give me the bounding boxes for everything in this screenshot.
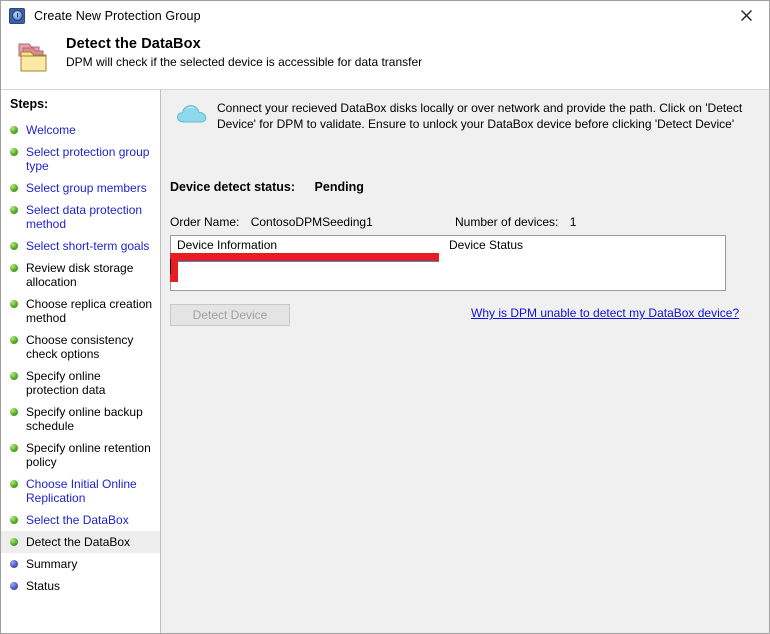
sidebar-step-choose-initial-online-replication[interactable]: Choose Initial Online Replication (1, 473, 160, 509)
sidebar-step-specify-online-retention-policy[interactable]: Specify online retention policy (1, 437, 160, 473)
steps-sidebar: Steps: Welcome Select protection group ty… (1, 90, 161, 634)
window-body: Steps: Welcome Select protection group ty… (1, 90, 769, 634)
column-header-device-information: Device Information (177, 238, 277, 252)
sidebar-step-label: Specify online retention policy (26, 441, 154, 469)
step-bullet-icon (10, 300, 18, 308)
order-info-row: Order Name: ContosoDPMSeeding1 Number of… (170, 215, 750, 229)
sidebar-step-label: Select protection group type (26, 145, 154, 173)
sidebar-step-review-disk-storage-allocation[interactable]: Review disk storage allocation (1, 257, 160, 293)
steps-list: Welcome Select protection group type Selec… (1, 119, 160, 597)
sidebar-step-status[interactable]: Status (1, 575, 160, 597)
sidebar-step-welcome[interactable]: Welcome (1, 119, 160, 141)
order-name-label: Order Name: (170, 215, 239, 229)
step-bullet-icon (10, 582, 18, 590)
sidebar-step-label: Choose consistency check options (26, 333, 154, 361)
sidebar-step-select-short-term-goals[interactable]: Select short-term goals (1, 235, 160, 257)
step-bullet-icon (10, 242, 18, 250)
sidebar-step-select-the-databox[interactable]: Select the DataBox (1, 509, 160, 531)
annotation-highlight-box (170, 253, 439, 282)
sidebar-step-label: Specify online backup schedule (26, 405, 154, 433)
close-icon[interactable] (724, 1, 769, 30)
step-bullet-icon (10, 336, 18, 344)
page-title: Detect the DataBox (66, 36, 422, 52)
text-cursor (170, 259, 171, 274)
sidebar-step-choose-consistency-check-options[interactable]: Choose consistency check options (1, 329, 160, 365)
sidebar-step-select-group-members[interactable]: Select group members (1, 177, 160, 199)
column-header-device-status: Device Status (449, 238, 523, 252)
step-bullet-icon (10, 516, 18, 524)
step-bullet-icon (10, 264, 18, 272)
dpm-disc-icon (9, 8, 25, 24)
sidebar-step-label: Specify online protection data (26, 369, 154, 397)
folders-icon (15, 40, 55, 78)
title-bar: Create New Protection Group (1, 1, 769, 30)
page-subtitle: DPM will check if the selected device is… (66, 55, 422, 69)
window-title: Create New Protection Group (34, 9, 201, 23)
sidebar-step-specify-online-backup-schedule[interactable]: Specify online backup schedule (1, 401, 160, 437)
step-bullet-icon (10, 444, 18, 452)
step-bullet-icon (10, 480, 18, 488)
sidebar-step-label: Summary (26, 557, 77, 571)
cloud-icon (175, 102, 209, 126)
device-list-headers: Device Information Device Status (171, 236, 725, 254)
why-cannot-detect-link[interactable]: Why is DPM unable to detect my DataBox d… (471, 306, 739, 320)
order-name-value: ContosoDPMSeeding1 (251, 215, 373, 229)
device-detect-status-value: Pending (315, 180, 364, 194)
sidebar-step-label: Choose replica creation method (26, 297, 154, 325)
header-text-block: Detect the DataBox DPM will check if the… (66, 36, 422, 69)
intro-text: Connect your recieved DataBox disks loca… (217, 100, 753, 132)
number-of-devices-group: Number of devices: 1 (455, 215, 576, 229)
sidebar-step-label: Choose Initial Online Replication (26, 477, 154, 505)
detect-device-button[interactable]: Detect Device (170, 304, 290, 326)
main-pane: Connect your recieved DataBox disks loca… (161, 90, 769, 634)
step-bullet-icon (10, 148, 18, 156)
sidebar-step-choose-replica-creation-method[interactable]: Choose replica creation method (1, 293, 160, 329)
device-detect-status-label: Device detect status: (170, 180, 295, 194)
intro-block: Connect your recieved DataBox disks loca… (161, 90, 769, 132)
page-header: Detect the DataBox DPM will check if the… (1, 30, 769, 89)
step-bullet-icon (10, 184, 18, 192)
step-bullet-icon (10, 538, 18, 546)
sidebar-step-select-data-protection-method[interactable]: Select data protection method (1, 199, 160, 235)
sidebar-step-label: Status (26, 579, 60, 593)
sidebar-step-label: Detect the DataBox (26, 535, 130, 549)
sidebar-step-summary[interactable]: Summary (1, 553, 160, 575)
sidebar-step-select-protection-group-type[interactable]: Select protection group type (1, 141, 160, 177)
number-of-devices-label: Number of devices: (455, 215, 558, 229)
step-bullet-icon (10, 408, 18, 416)
sidebar-step-label: Welcome (26, 123, 76, 137)
sidebar-step-detect-the-databox[interactable]: Detect the DataBox (1, 531, 160, 553)
sidebar-step-label: Select data protection method (26, 203, 154, 231)
sidebar-step-specify-online-protection-data[interactable]: Specify online protection data (1, 365, 160, 401)
step-bullet-icon (10, 560, 18, 568)
sidebar-step-label: Select short-term goals (26, 239, 149, 253)
sidebar-step-label: Select the DataBox (26, 513, 129, 527)
sidebar-step-label: Review disk storage allocation (26, 261, 154, 289)
device-information-input[interactable] (178, 261, 439, 282)
steps-heading: Steps: (1, 96, 160, 119)
step-bullet-icon (10, 372, 18, 380)
create-protection-group-window: Create New Protection Group Detect the D… (0, 0, 770, 634)
device-detect-status-row: Device detect status: Pending (170, 180, 364, 194)
step-bullet-icon (10, 206, 18, 214)
sidebar-step-label: Select group members (26, 181, 147, 195)
number-of-devices-value: 1 (570, 215, 577, 229)
step-bullet-icon (10, 126, 18, 134)
